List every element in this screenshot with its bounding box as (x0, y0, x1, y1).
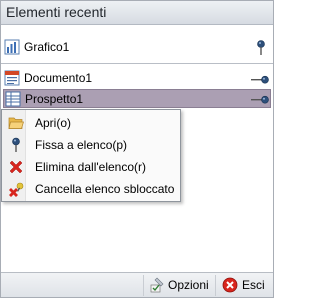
options-label: Opzioni (168, 278, 209, 292)
folder-open-icon (8, 115, 24, 131)
menu-item-remove[interactable]: Elimina dall'elenco(r) (3, 156, 180, 178)
exit-label: Esci (242, 278, 265, 292)
menu-item-label: Cancella elenco sbloccato (35, 182, 175, 196)
divider (1, 63, 273, 64)
menu-item-open[interactable]: Apri(o) (3, 112, 180, 134)
document-icon (4, 70, 20, 86)
menu-item-clear-unpinned[interactable]: Cancella elenco sbloccato (3, 178, 180, 200)
chart-icon (4, 39, 20, 55)
recent-item-grafico1[interactable]: Grafico1 (3, 38, 271, 57)
recent-item-label: Grafico1 (24, 40, 70, 54)
delete-x-icon (8, 159, 24, 175)
spreadsheet-icon (5, 91, 21, 107)
panel-title: Elementi recenti (6, 4, 107, 20)
recent-item-label: Documento1 (24, 71, 93, 85)
exit-button[interactable]: Esci (215, 275, 269, 296)
options-icon (149, 277, 165, 293)
panel-footer: Opzioni Esci (1, 272, 273, 297)
options-button[interactable]: Opzioni (143, 275, 209, 296)
recent-item-prospetto1[interactable]: Prospetto1 (3, 89, 271, 108)
panel-header: Elementi recenti (1, 1, 273, 25)
pin-icon[interactable] (251, 40, 271, 56)
recent-item-label: Prospetto1 (25, 92, 84, 106)
menu-item-label: Fissa a elenco(p) (35, 138, 128, 152)
unpinned-icon[interactable] (250, 72, 270, 88)
menu-item-pin[interactable]: Fissa a elenco(p) (3, 134, 180, 156)
context-menu: Apri(o) Fissa a elenco(p) Elimina dall'e… (1, 109, 181, 202)
clear-list-icon (8, 181, 24, 197)
exit-icon (222, 277, 238, 293)
recent-items-panel: Elementi recenti Grafico1 Documento1 Pro… (0, 0, 274, 298)
menu-item-label: Elimina dall'elenco(r) (35, 160, 146, 174)
unpinned-icon[interactable] (250, 92, 270, 108)
recent-item-documento1[interactable]: Documento1 (3, 69, 271, 88)
menu-item-label: Apri(o) (35, 116, 72, 130)
pin-icon (8, 137, 24, 153)
